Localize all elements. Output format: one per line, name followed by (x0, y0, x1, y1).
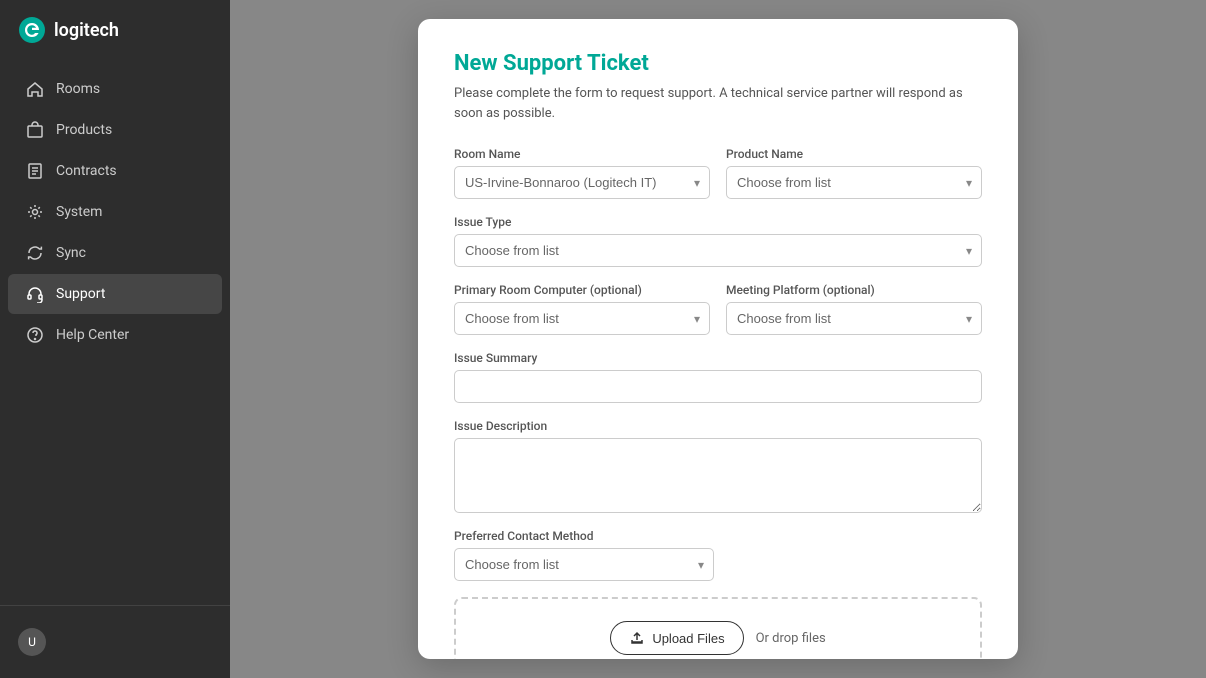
form-row-contact-method: Preferred Contact Method Choose from lis… (454, 529, 982, 581)
product-name-select-wrapper: Choose from list (726, 166, 982, 199)
sidebar-item-sync[interactable]: Sync (8, 233, 222, 273)
help-icon (26, 326, 44, 344)
sidebar-label-help: Help Center (56, 327, 129, 343)
preferred-contact-label: Preferred Contact Method (454, 529, 982, 543)
primary-room-label: Primary Room Computer (optional) (454, 283, 710, 297)
sidebar-item-support[interactable]: Support (8, 274, 222, 314)
form-group-room-name: Room Name US-Irvine-Bonnaroo (Logitech I… (454, 147, 710, 199)
upload-area[interactable]: Upload Files Or drop files (454, 597, 982, 659)
form-group-issue-summary: Issue Summary (454, 351, 982, 403)
form-row-room-platform: Primary Room Computer (optional) Choose … (454, 283, 982, 335)
sidebar-bottom: U (0, 605, 230, 678)
headset-icon (26, 285, 44, 303)
sidebar-label-sync: Sync (56, 245, 86, 261)
room-name-select-wrapper: US-Irvine-Bonnaroo (Logitech IT) (454, 166, 710, 199)
preferred-contact-select-wrapper: Choose from list (454, 548, 714, 581)
issue-type-select-wrapper: Choose from list (454, 234, 982, 267)
issue-type-select[interactable]: Choose from list (454, 234, 982, 267)
room-name-select[interactable]: US-Irvine-Bonnaroo (Logitech IT) (454, 166, 710, 199)
form-group-issue-type: Issue Type Choose from list (454, 215, 982, 267)
form-row-issue-summary: Issue Summary (454, 351, 982, 403)
sidebar-label-support: Support (56, 286, 105, 302)
form-row-room-product: Room Name US-Irvine-Bonnaroo (Logitech I… (454, 147, 982, 199)
form-group-primary-room: Primary Room Computer (optional) Choose … (454, 283, 710, 335)
meeting-platform-select[interactable]: Choose from list (726, 302, 982, 335)
sidebar-item-contracts[interactable]: Contracts (8, 151, 222, 191)
issue-summary-label: Issue Summary (454, 351, 982, 365)
form-row-issue-type: Issue Type Choose from list (454, 215, 982, 267)
modal-title: New Support Ticket (454, 51, 982, 76)
form-group-contact-method: Preferred Contact Method Choose from lis… (454, 529, 982, 581)
sidebar-item-system[interactable]: System (8, 192, 222, 232)
modal-overlay[interactable]: New Support Ticket Please complete the f… (230, 0, 1206, 678)
sidebar-label-rooms: Rooms (56, 81, 100, 97)
issue-summary-input[interactable] (454, 370, 982, 403)
user-row[interactable]: U (0, 618, 230, 666)
upload-btn-label: Upload Files (652, 631, 724, 646)
preferred-contact-select[interactable]: Choose from list (454, 548, 714, 581)
sidebar-item-products[interactable]: Products (8, 110, 222, 150)
issue-description-textarea[interactable] (454, 438, 982, 513)
new-support-ticket-modal: New Support Ticket Please complete the f… (418, 19, 1018, 659)
form-group-meeting-platform: Meeting Platform (optional) Choose from … (726, 283, 982, 335)
box-icon (26, 121, 44, 139)
sync-icon (26, 244, 44, 262)
form-group-product-name: Product Name Choose from list (726, 147, 982, 199)
upload-icon (629, 630, 645, 646)
file-icon (26, 162, 44, 180)
avatar: U (18, 628, 46, 656)
product-name-select[interactable]: Choose from list (726, 166, 982, 199)
sidebar-label-contracts: Contracts (56, 163, 117, 179)
form-row-issue-description: Issue Description (454, 419, 982, 513)
modal-subtitle: Please complete the form to request supp… (454, 84, 982, 123)
settings-icon (26, 203, 44, 221)
upload-or-text: Or drop files (756, 631, 826, 646)
upload-files-button[interactable]: Upload Files (610, 621, 743, 655)
sidebar-item-help[interactable]: Help Center (8, 315, 222, 355)
issue-description-label: Issue Description (454, 419, 982, 433)
meeting-platform-select-wrapper: Choose from list (726, 302, 982, 335)
product-name-label: Product Name (726, 147, 982, 161)
meeting-platform-label: Meeting Platform (optional) (726, 283, 982, 297)
home-icon (26, 80, 44, 98)
primary-room-select-wrapper: Choose from list (454, 302, 710, 335)
main-content: New Support Ticket Please complete the f… (230, 0, 1206, 678)
sidebar-item-rooms[interactable]: Rooms (8, 69, 222, 109)
form-group-issue-description: Issue Description (454, 419, 982, 513)
logitech-logo-icon (18, 16, 46, 44)
sidebar-nav: Rooms Products Contracts (0, 60, 230, 605)
sidebar: logitech Rooms Products (0, 0, 230, 678)
primary-room-select[interactable]: Choose from list (454, 302, 710, 335)
room-name-label: Room Name (454, 147, 710, 161)
sidebar-label-products: Products (56, 122, 112, 138)
logo-area: logitech (0, 0, 230, 60)
logo-text: logitech (54, 20, 119, 41)
sidebar-label-system: System (56, 204, 102, 220)
issue-type-label: Issue Type (454, 215, 982, 229)
